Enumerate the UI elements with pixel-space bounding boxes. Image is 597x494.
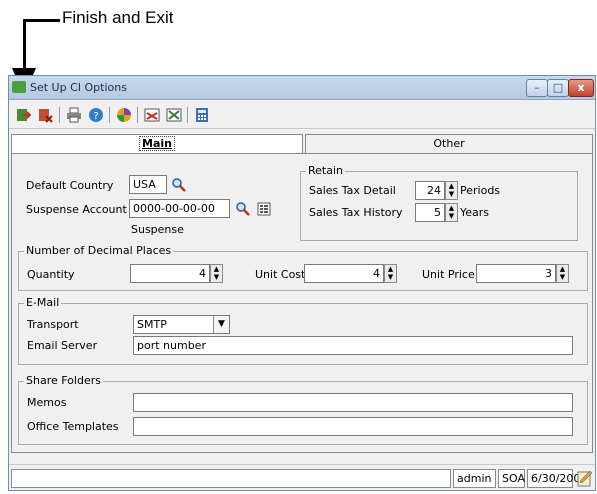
status-bar: admin SOA 6/30/2008 bbox=[9, 464, 595, 490]
sales-tax-detail-spinner[interactable]: ▲ ▼ bbox=[445, 181, 458, 200]
suspense-account-label: Suspense Account bbox=[26, 203, 127, 216]
tab-other-label: Other bbox=[433, 137, 465, 150]
unit-price-spinner[interactable]: ▲ ▼ bbox=[556, 264, 569, 283]
toolbar-separator bbox=[137, 107, 138, 123]
suspense-account-input[interactable]: 0000-00-00-00 bbox=[129, 199, 230, 218]
status-date: 6/30/2008 bbox=[527, 469, 587, 488]
share-folders-legend: Share Folders bbox=[24, 374, 103, 387]
search-icon[interactable] bbox=[170, 176, 188, 194]
options-window: Set Up CI Options – □ x ? Main Other Def… bbox=[8, 75, 596, 491]
maximize-button[interactable]: □ bbox=[547, 79, 569, 97]
help-icon[interactable]: ? bbox=[86, 105, 106, 125]
print-icon[interactable] bbox=[64, 105, 84, 125]
share-folders-group: Share Folders Memos Office Templates bbox=[18, 374, 588, 445]
office-templates-label: Office Templates bbox=[27, 420, 119, 433]
callout-line bbox=[23, 19, 26, 71]
minimize-button[interactable]: – bbox=[526, 79, 548, 97]
unit-price-label: Unit Price bbox=[422, 268, 475, 281]
periods-label: Periods bbox=[460, 184, 501, 197]
quantity-label: Quantity bbox=[27, 268, 75, 281]
quantity-spinner[interactable]: ▲ ▼ bbox=[210, 264, 223, 283]
title-bar: Set Up CI Options – □ x bbox=[9, 76, 595, 100]
callout-label: Finish and Exit bbox=[62, 8, 174, 27]
office-templates-input[interactable] bbox=[133, 417, 573, 436]
sales-tax-history-spinner[interactable]: ▲ ▼ bbox=[445, 203, 458, 222]
toolbar-separator bbox=[109, 107, 110, 123]
memos-label: Memos bbox=[27, 396, 67, 409]
finish-and-exit-icon[interactable] bbox=[13, 105, 33, 125]
quantity-input[interactable]: 4 bbox=[130, 264, 210, 283]
sales-tax-history-input[interactable]: 5 bbox=[415, 203, 445, 222]
email-server-label: Email Server bbox=[27, 339, 98, 352]
unit-cost-spinner[interactable]: ▲ ▼ bbox=[384, 264, 397, 283]
search-icon[interactable] bbox=[234, 200, 252, 218]
window-title: Set Up CI Options bbox=[30, 81, 127, 94]
sales-tax-history-label: Sales Tax History bbox=[309, 206, 403, 219]
email-group: E-Mail Transport SMTP ▼ Email Server por… bbox=[18, 296, 588, 365]
toolbar-separator bbox=[187, 107, 188, 123]
options-icon[interactable] bbox=[142, 105, 162, 125]
default-country-label: Default Country bbox=[26, 179, 114, 192]
sales-tax-detail-input[interactable]: 24 bbox=[415, 181, 445, 200]
main-tab-panel: Default Country USA Suspense Account 000… bbox=[11, 153, 593, 453]
unit-price-input[interactable]: 3 bbox=[476, 264, 556, 283]
notepad-icon[interactable] bbox=[577, 470, 593, 487]
account-list-icon[interactable] bbox=[255, 200, 273, 218]
decimal-places-group: Number of Decimal Places Quantity 4 ▲ ▼ U… bbox=[18, 244, 588, 291]
tab-main-label: Main bbox=[139, 136, 175, 151]
unit-cost-label: Unit Cost bbox=[255, 268, 306, 281]
status-user: admin bbox=[453, 469, 496, 488]
unit-cost-input[interactable]: 4 bbox=[304, 264, 384, 283]
memos-input[interactable] bbox=[133, 393, 573, 412]
transport-value: SMTP bbox=[137, 318, 167, 331]
toolbar: ? bbox=[9, 101, 595, 129]
email-server-input[interactable]: port number bbox=[133, 336, 573, 355]
status-company: SOA bbox=[498, 469, 525, 488]
status-message bbox=[11, 469, 451, 488]
years-label: Years bbox=[460, 206, 490, 219]
calculator-icon[interactable] bbox=[192, 105, 212, 125]
tab-main[interactable]: Main bbox=[11, 134, 303, 154]
close-button[interactable]: x bbox=[568, 79, 594, 97]
cancel-icon[interactable] bbox=[35, 105, 55, 125]
transport-label: Transport bbox=[27, 318, 79, 331]
color-icon[interactable] bbox=[114, 105, 134, 125]
default-country-input[interactable]: USA bbox=[129, 175, 167, 194]
callout-line bbox=[24, 19, 60, 22]
email-legend: E-Mail bbox=[24, 296, 62, 309]
retain-group: Retain Sales Tax Detail 24 ▲ ▼ Periods Sa… bbox=[300, 164, 578, 241]
tools-icon[interactable] bbox=[164, 105, 184, 125]
tab-other[interactable]: Other bbox=[305, 134, 593, 154]
sales-tax-detail-label: Sales Tax Detail bbox=[309, 184, 396, 197]
retain-legend: Retain bbox=[306, 164, 345, 177]
decimal-places-legend: Number of Decimal Places bbox=[24, 244, 174, 257]
suspense-account-description: Suspense bbox=[131, 223, 184, 236]
svg-text:?: ? bbox=[93, 111, 98, 122]
app-icon bbox=[12, 81, 26, 93]
toolbar-separator bbox=[59, 107, 60, 123]
chevron-down-icon[interactable]: ▼ bbox=[213, 316, 229, 333]
transport-select[interactable]: SMTP ▼ bbox=[133, 315, 230, 334]
